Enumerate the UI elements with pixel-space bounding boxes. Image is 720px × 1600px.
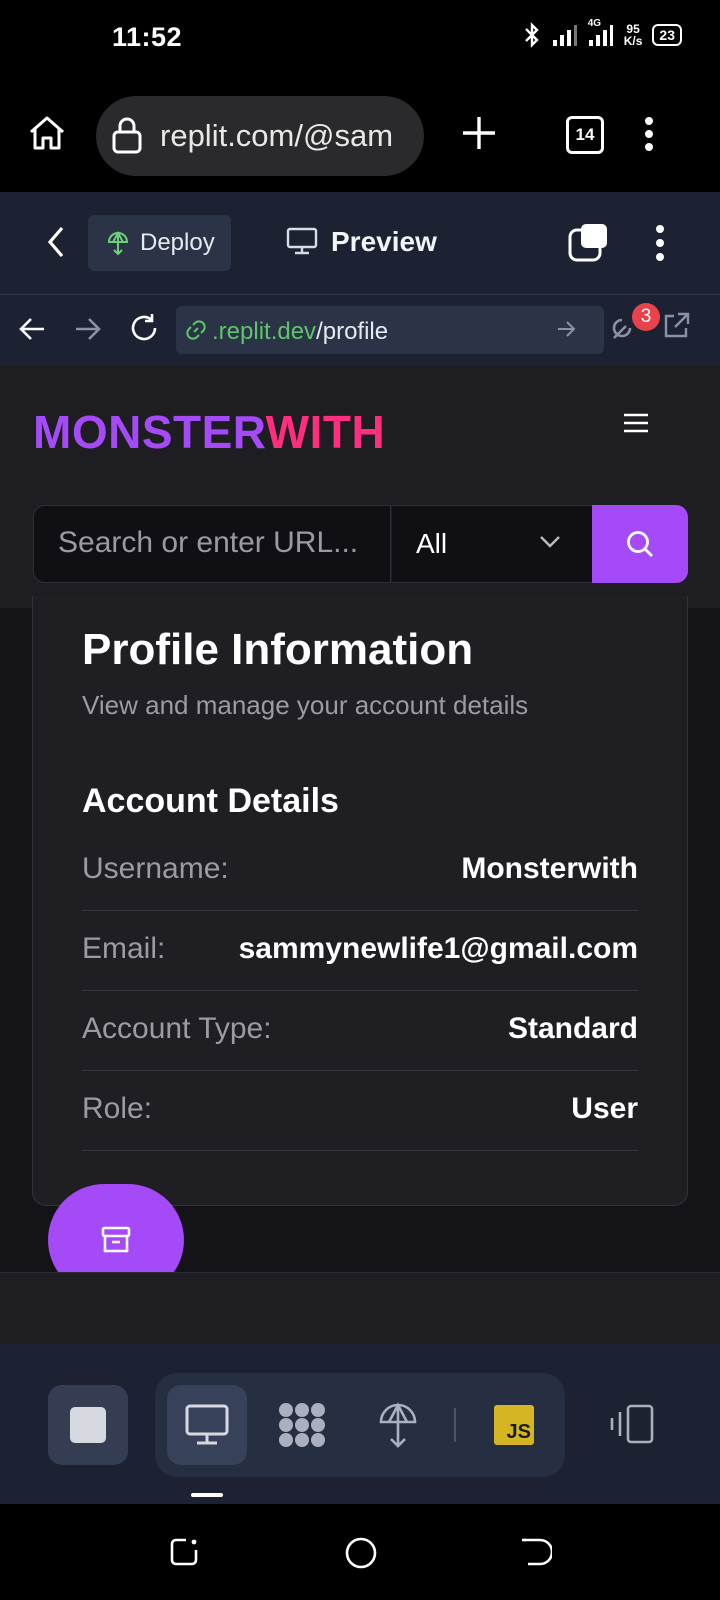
monitor-icon: [286, 226, 318, 256]
reload-icon[interactable]: [128, 312, 160, 344]
stop-icon: [70, 1407, 106, 1443]
search-button[interactable]: [592, 505, 688, 583]
nav-back-icon[interactable]: [18, 316, 46, 342]
menu-icon[interactable]: [643, 116, 655, 152]
deploy-icon: [106, 230, 130, 256]
new-window-icon[interactable]: [568, 222, 610, 262]
detail-row-account-type: Account Type: Standard: [82, 990, 638, 1071]
more-options-icon[interactable]: [654, 224, 666, 262]
section-title: Account Details: [82, 782, 339, 820]
monitor-icon: [184, 1403, 230, 1447]
detail-value: Monsterwith: [461, 852, 638, 885]
detail-label: Email:: [82, 932, 166, 965]
search-icon: [625, 529, 655, 559]
recent-apps-icon[interactable]: [168, 1536, 200, 1568]
signal-4g-icon: 4G: [588, 18, 614, 46]
tabs-icon[interactable]: 14: [566, 116, 604, 154]
webview-url[interactable]: .replit.dev/profile: [212, 318, 388, 346]
back-icon[interactable]: [44, 224, 68, 260]
detail-label: Account Type:: [82, 1012, 272, 1045]
detail-row-email: Email: sammynewlife1@gmail.com: [82, 910, 638, 991]
nav-forward-icon[interactable]: [74, 316, 102, 342]
go-arrow-icon[interactable]: [556, 318, 578, 340]
link-icon: [184, 318, 208, 342]
split-view-icon[interactable]: [608, 1404, 656, 1444]
home-nav-icon[interactable]: [344, 1536, 378, 1570]
open-external-icon[interactable]: [662, 312, 690, 340]
page-title: Profile Information: [82, 625, 474, 674]
javascript-icon[interactable]: JS: [494, 1405, 534, 1445]
search-placeholder[interactable]: Search or enter URL...: [58, 526, 358, 560]
preview-tab[interactable]: Preview: [331, 226, 437, 258]
battery-icon: 23: [652, 24, 682, 46]
detail-label: Role:: [82, 1092, 153, 1125]
status-icons: 4G 95 K/s 23: [522, 18, 682, 48]
detail-label: Username:: [82, 852, 229, 885]
home-icon[interactable]: [26, 112, 68, 154]
lock-icon[interactable]: [110, 114, 144, 156]
new-tab-icon[interactable]: [460, 114, 498, 152]
deploy-icon[interactable]: [378, 1400, 418, 1450]
category-select-value[interactable]: All: [416, 528, 447, 560]
detail-value: User: [571, 1092, 638, 1125]
stop-button[interactable]: [48, 1385, 128, 1465]
address-bar-url[interactable]: replit.com/@sam: [160, 118, 410, 154]
back-nav-icon[interactable]: [520, 1536, 552, 1568]
network-speed: 95 K/s: [623, 22, 643, 48]
toolbar-divider: [454, 1408, 456, 1442]
brand-logo[interactable]: MONSTERWITH: [33, 405, 385, 459]
page-subtitle: View and manage your account details: [82, 690, 529, 720]
detail-value: Standard: [507, 1012, 638, 1045]
detail-value: sammynewlife1@gmail.com: [238, 932, 638, 965]
hamburger-menu-icon[interactable]: [622, 411, 650, 435]
archive-icon: [100, 1224, 132, 1256]
deploy-label: Deploy: [140, 229, 215, 256]
detail-row-username: Username: Monsterwith: [82, 830, 638, 911]
signal-icon: [552, 24, 578, 46]
extensions-icon[interactable]: [276, 1400, 328, 1450]
preview-tool-button[interactable]: [167, 1385, 247, 1465]
deploy-button[interactable]: Deploy: [88, 215, 231, 271]
active-tab-indicator: [191, 1493, 223, 1497]
status-clock: 11:52: [112, 22, 183, 52]
app-footer: [0, 1272, 720, 1345]
devtools-badge: 3: [632, 303, 660, 331]
chevron-down-icon[interactable]: [538, 534, 562, 550]
bluetooth-icon: [522, 22, 542, 48]
detail-row-role: Role: User: [82, 1070, 638, 1151]
